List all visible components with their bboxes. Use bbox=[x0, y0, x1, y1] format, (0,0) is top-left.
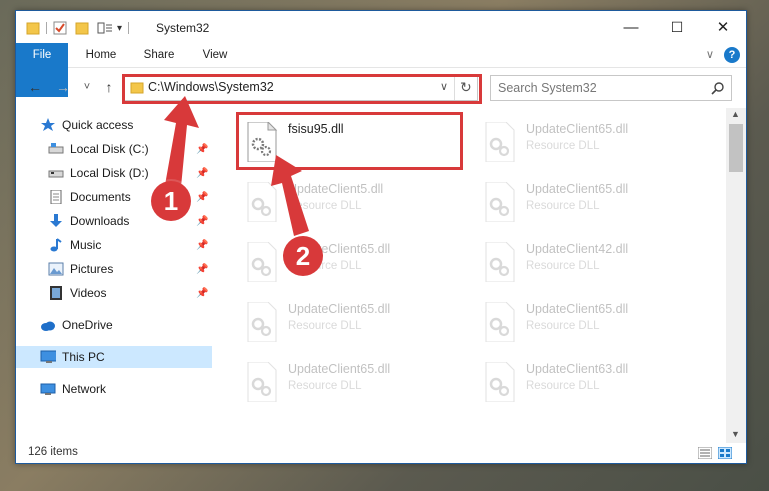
arrow-1-icon bbox=[164, 96, 199, 187]
arrow-2-icon bbox=[271, 155, 309, 236]
callout-1-badge: 1 bbox=[151, 181, 191, 221]
callout-2-badge: 2 bbox=[283, 236, 323, 276]
annotation-arrows bbox=[164, 96, 309, 236]
